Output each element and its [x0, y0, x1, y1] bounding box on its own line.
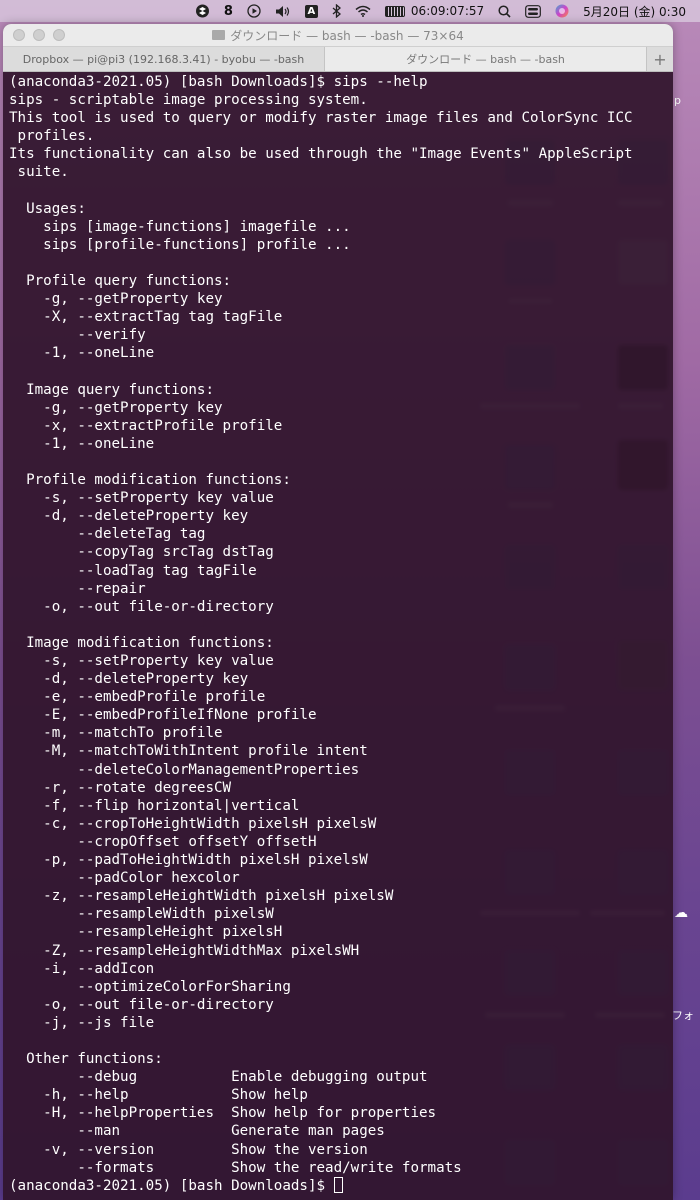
terminal-line: suite. — [9, 164, 69, 181]
tab-dropbox-byobu[interactable]: Dropbox — pi@pi3 (192.168.3.41) - byobu … — [3, 47, 325, 71]
terminal-line: -o, --out file-or-directory — [9, 598, 274, 615]
terminal-line: -o, --out file-or-directory — [9, 996, 274, 1013]
volume-icon[interactable] — [275, 5, 291, 18]
terminal-line: -r, --rotate degreesCW — [9, 779, 232, 796]
terminal-line: --padColor hexcolor — [9, 870, 240, 887]
terminal-line: --optimizeColorForSharing — [9, 978, 291, 995]
terminal-window: ダウンロード — bash — -bash — 73×64 Dropbox — … — [3, 24, 673, 1200]
terminal-line: Profile query functions: — [9, 273, 232, 290]
wifi-icon[interactable] — [355, 5, 371, 17]
terminal-line: -i, --addIcon — [9, 960, 155, 977]
terminal-line: -x, --extractProfile profile — [9, 417, 283, 434]
minimize-button[interactable] — [33, 29, 45, 41]
new-tab-button[interactable]: + — [647, 47, 673, 71]
close-button[interactable] — [13, 29, 25, 41]
terminal-line: --deleteTag tag — [9, 526, 206, 543]
terminal-line: -M, --matchToWithIntent profile intent — [9, 743, 368, 760]
terminal-line: Other functions: — [9, 1051, 163, 1068]
terminal-line: --resampleWidth pixelsW — [9, 906, 274, 923]
play-icon[interactable] — [247, 4, 261, 18]
window-title: ダウンロード — bash — -bash — 73×64 — [230, 28, 464, 43]
menubar-clock[interactable]: 5月20日 (金) 0:30 — [583, 3, 686, 20]
terminal-line: --loadTag tag tagFile — [9, 562, 257, 579]
terminal-output[interactable]: (anaconda3-2021.05) [bash Downloads]$ si… — [3, 72, 673, 1195]
tab-downloads-bash[interactable]: ダウンロード — bash — -bash — [325, 47, 647, 71]
desktop-edge-text: フォ — [672, 1009, 694, 1022]
terminal-line: -f, --flip horizontal|vertical — [9, 797, 300, 814]
terminal-line: sips [profile-functions] profile ... — [9, 236, 351, 253]
terminal-line: -j, --js file — [9, 1014, 155, 1031]
menu-bar: 8 A 06:09:07:57 5月20日 (金) 0:30 — [0, 0, 700, 22]
terminal-line: Profile modification functions: — [9, 472, 291, 489]
terminal-line: -g, --getProperty key — [9, 399, 223, 416]
terminal-line: --man Generate man pages — [9, 1123, 385, 1140]
terminal-line: --repair — [9, 580, 146, 597]
terminal-line: Image query functions: — [9, 381, 214, 398]
terminal-line: -c, --cropToHeightWidth pixelsH pixelsW — [9, 815, 377, 832]
terminal-line: -g, --getProperty key — [9, 291, 223, 308]
terminal-line: --verify — [9, 327, 146, 344]
terminal-line: --resampleHeight pixelsH — [9, 924, 283, 941]
desktop-edge-text: p — [674, 94, 681, 107]
terminal-line: -s, --setProperty key value — [9, 490, 274, 507]
terminal-line: --cropOffset offsetY offsetH — [9, 833, 317, 850]
control-center-icon[interactable] — [525, 4, 542, 18]
script-icon[interactable]: 8 — [224, 4, 233, 19]
terminal-line: -d, --deleteProperty key — [9, 508, 249, 525]
terminal-line: --debug Enable debugging output — [9, 1069, 428, 1086]
terminal-line: -h, --help Show help — [9, 1087, 308, 1104]
text-cursor — [333, 1176, 343, 1193]
window-controls — [13, 29, 65, 41]
terminal-line: -s, --setProperty key value — [9, 653, 274, 669]
terminal-line: -m, --matchTo profile — [9, 725, 223, 742]
dropbox-icon[interactable] — [195, 4, 210, 18]
terminal-line: -X, --extractTag tag tagFile — [9, 309, 283, 326]
terminal-line: This tool is used to query or modify ras… — [9, 110, 633, 127]
terminal-line: -E, --embedProfileIfNone profile — [9, 707, 317, 724]
input-method-icon[interactable]: A — [304, 4, 318, 18]
tab-bar: Dropbox — pi@pi3 (192.168.3.41) - byobu … — [3, 46, 673, 72]
bluetooth-icon[interactable] — [332, 4, 341, 18]
terminal-line: -1, --oneLine — [9, 345, 155, 362]
battery-icon[interactable]: 06:09:07:57 — [384, 4, 485, 18]
terminal-line: (anaconda3-2021.05) [bash Downloads]$ si… — [9, 74, 428, 90]
zoom-button[interactable] — [53, 29, 65, 41]
terminal-line: -H, --helpProperties Show help for prope… — [9, 1105, 437, 1122]
terminal-line: -1, --oneLine — [9, 435, 155, 452]
siri-icon[interactable] — [555, 4, 569, 18]
window-titlebar[interactable]: ダウンロード — bash — -bash — 73×64 — [3, 24, 673, 46]
terminal-line: sips [image-functions] imagefile ... — [9, 218, 351, 235]
spotlight-search-icon[interactable] — [498, 4, 511, 18]
terminal-line: -z, --resampleHeightWidth pixelsH pixels… — [9, 888, 394, 905]
terminal-line: sips - scriptable image processing syste… — [9, 92, 368, 109]
terminal-line: --deleteColorManagementProperties — [9, 761, 360, 778]
terminal-line: --formats Show the read/write formats — [9, 1159, 462, 1176]
terminal-line: Image modification functions: — [9, 634, 274, 651]
terminal-prompt-line[interactable]: (anaconda3-2021.05) [bash Downloads]$ — [9, 1176, 673, 1195]
terminal-line: -p, --padToHeightWidth pixelsH pixelsW — [9, 852, 368, 869]
terminal-line: -d, --deleteProperty key — [9, 671, 249, 688]
battery-time: 06:09:07:57 — [410, 4, 485, 18]
shell-prompt: (anaconda3-2021.05) [bash Downloads]$ — [9, 1177, 334, 1194]
terminal-line: -v, --version Show the version — [9, 1141, 368, 1158]
terminal-line: profiles. — [9, 128, 95, 145]
terminal-line: --copyTag srcTag dstTag — [9, 544, 274, 561]
terminal-line: Its functionality can also be used throu… — [9, 146, 633, 163]
terminal-line: -Z, --resampleHeightWidthMax pixelsWH — [9, 942, 360, 959]
terminal-line: -e, --embedProfile profile — [9, 689, 266, 706]
input-method-label: A — [304, 4, 318, 18]
folder-icon — [212, 30, 226, 40]
terminal-line: Usages: — [9, 200, 86, 217]
icloud-download-icon: ☁ — [674, 905, 688, 921]
